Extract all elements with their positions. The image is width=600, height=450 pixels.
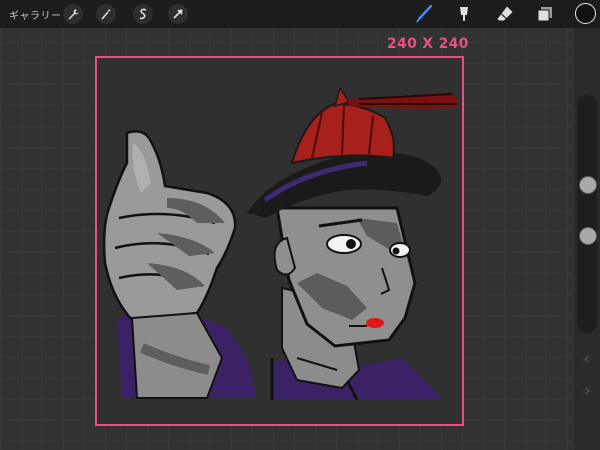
transform-arrow-icon[interactable] — [168, 4, 188, 24]
magic-wand-icon[interactable] — [96, 4, 116, 24]
brush-icon[interactable] — [413, 3, 435, 25]
wrench-icon[interactable] — [63, 4, 83, 24]
canvas-bounding-frame — [95, 56, 464, 426]
top-toolbar: ギャラリー — [0, 0, 600, 28]
smudge-icon[interactable] — [453, 3, 475, 25]
brush-size-slider-knob[interactable] — [579, 176, 597, 194]
eraser-icon[interactable] — [494, 3, 516, 25]
redo-icon[interactable] — [580, 384, 594, 398]
sidebar-slider-track[interactable] — [577, 95, 597, 333]
layers-icon[interactable] — [534, 3, 556, 25]
canvas-size-label: 240 X 240 — [387, 36, 469, 52]
color-picker-button[interactable] — [575, 3, 596, 24]
selection-icon[interactable] — [133, 4, 153, 24]
gallery-button[interactable]: ギャラリー — [9, 7, 62, 22]
opacity-slider-knob[interactable] — [579, 227, 597, 245]
undo-icon[interactable] — [580, 352, 594, 366]
